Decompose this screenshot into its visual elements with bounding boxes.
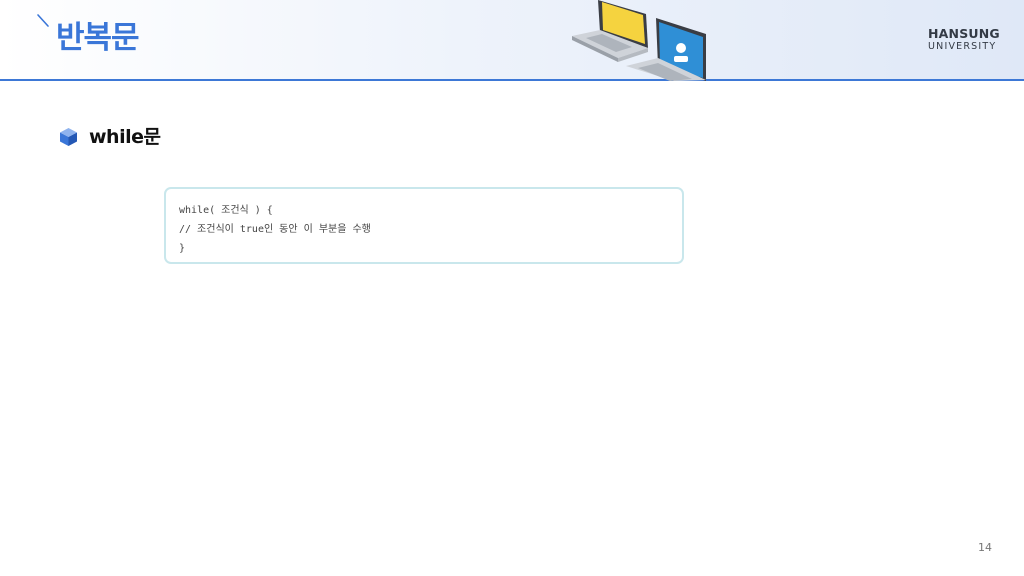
code-line: } (179, 243, 186, 254)
slide-header: 반복문 HANSUNG UNIVERSITY (0, 0, 1024, 81)
bullet-heading: while문 (89, 126, 161, 148)
code-block: while( 조건식 ) { // 조건식이 true인 동안 이 부분을 수행… (164, 187, 684, 264)
code-line: // 조건식이 true인 동안 이 부분을 수행 (179, 224, 371, 235)
title-tick-mark (37, 14, 49, 27)
hansung-university-logo: HANSUNG UNIVERSITY (928, 27, 1008, 53)
code-line: while( 조건식 ) { (179, 205, 273, 216)
logo-line-hansung: HANSUNG (928, 26, 1000, 41)
page-number: 14 (978, 541, 992, 554)
slide-title: 반복문 (56, 20, 140, 56)
cube-icon (60, 128, 77, 146)
logo-line-university: UNIVERSITY (928, 41, 997, 52)
laptops-illustration (572, 0, 706, 81)
